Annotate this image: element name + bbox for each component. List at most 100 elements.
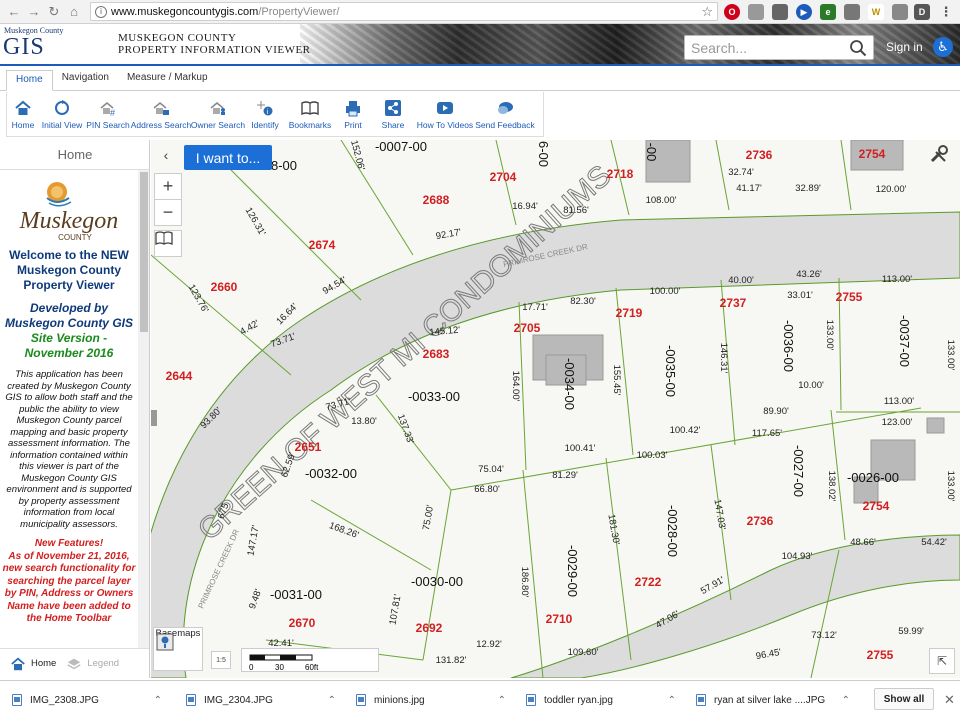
tab-measure-markup[interactable]: Measure / Markup [118, 69, 217, 90]
tab-navigation[interactable]: Navigation [53, 69, 118, 90]
chevron-up-icon[interactable]: ⌃ [154, 695, 162, 706]
share-label: Share [381, 120, 405, 130]
send-feedback-label: Send Feedback [475, 120, 535, 130]
map-canvas[interactable]: GREEN OF WEST MI CONDOMINIUMSPRIMROSE CR… [151, 140, 960, 678]
basemaps-button[interactable]: Basemaps [153, 627, 203, 671]
dimension-label: 131.82' [436, 655, 467, 666]
dimension-label: 123.00' [882, 417, 913, 428]
tools-button[interactable] [929, 144, 957, 172]
send-feedback-button[interactable]: Send Feedback [475, 92, 535, 136]
menu-icon[interactable]: ⋮ [938, 4, 954, 20]
dimension-label: 48.66' [850, 537, 876, 548]
panel-tab-legend[interactable]: Legend [66, 656, 119, 672]
extension-icon[interactable] [844, 4, 860, 20]
developed-by-line: Developed by Muskegon County GIS [4, 301, 133, 330]
panel-scrollbar-thumb[interactable] [140, 172, 148, 332]
how-to-videos-label: How To Videos [416, 120, 474, 130]
extension-icon[interactable]: W [868, 4, 884, 20]
reload-icon[interactable]: ↻ [44, 2, 64, 22]
address-label: 2692 [416, 621, 443, 635]
share-button[interactable]: Share [371, 92, 415, 136]
show-all-button[interactable]: Show all [874, 688, 934, 710]
search-icon[interactable] [849, 39, 867, 57]
download-item[interactable]: toddler ryan.jpg ⌃ [526, 687, 676, 713]
info-icon[interactable]: i [95, 5, 107, 18]
new-features: New Features! As of November 21, 2016, n… [2, 538, 136, 626]
identify-button[interactable]: i Identify [245, 92, 285, 136]
chevron-up-icon[interactable]: ⌃ [842, 695, 850, 706]
parcel-number-label: -0007-00 [375, 140, 427, 154]
address-search-button[interactable]: Address Search [131, 92, 191, 136]
dimension-label: 126.31' [243, 206, 268, 238]
address-bar[interactable]: i www.muskegoncountygis.com/PropertyView… [90, 2, 718, 21]
extension-icon[interactable]: e [820, 4, 836, 20]
dimension-label: 16.94' [512, 201, 538, 212]
dimension-label: 104.93' [782, 551, 813, 562]
bookmark-book-button[interactable] [154, 230, 182, 257]
extension-icon[interactable] [748, 4, 764, 20]
home-button[interactable]: Home [7, 92, 39, 136]
sign-in-link[interactable]: Sign in [886, 40, 923, 54]
collapse-panel-button[interactable]: ‹ [155, 144, 177, 166]
download-item[interactable]: ryan at silver lake ....JPG ⌃ [696, 687, 850, 713]
home-label: Home [11, 120, 35, 130]
close-icon[interactable]: ✕ [944, 692, 955, 708]
how-to-videos-button[interactable]: How To Videos [415, 92, 475, 136]
address-label: 2754 [859, 147, 886, 161]
home-icon [11, 656, 25, 670]
chevron-up-icon[interactable]: ⌃ [498, 695, 506, 706]
owner-search-icon [208, 98, 228, 118]
home-browser-icon[interactable]: ⌂ [64, 2, 84, 22]
fullscreen-button[interactable]: ⇱ [929, 648, 955, 674]
download-filename: toddler ryan.jpg [544, 694, 613, 706]
map-view[interactable]: GREEN OF WEST MI CONDOMINIUMS PRIMROSE CR… [151, 140, 960, 678]
i-want-to-button[interactable]: I want to... [184, 145, 272, 170]
dimension-label: 133.00' [945, 340, 956, 371]
app-header: Muskegon County GIS MUSKEGON COUNTY PROP… [0, 24, 960, 66]
image-file-icon [526, 694, 536, 706]
address-label: 2754 [863, 499, 890, 513]
extension-icon[interactable] [892, 4, 908, 20]
extension-icon[interactable] [772, 4, 788, 20]
dimension-label: 17.71' [522, 302, 548, 313]
address-label: 2737 [720, 296, 747, 310]
dimension-label: 133.00' [945, 471, 956, 502]
owner-search-button[interactable]: Owner Search [191, 92, 245, 136]
download-item[interactable]: IMG_2308.JPG ⌃ [12, 687, 162, 713]
ribbon-tabs: Home Navigation Measure / Markup [0, 68, 960, 91]
opera-extension-icon[interactable]: O [724, 4, 740, 20]
initial-view-button[interactable]: Initial View [39, 92, 85, 136]
forward-icon[interactable]: → [24, 2, 44, 22]
search-input[interactable]: Search... [684, 35, 874, 60]
panel-tab-home[interactable]: Home [10, 656, 56, 672]
bookmark-star-icon[interactable]: ☆ [701, 4, 713, 20]
pin-search-button[interactable]: # PIN Search [85, 92, 131, 136]
address-label: 2722 [635, 575, 662, 589]
back-icon[interactable]: ← [4, 2, 24, 22]
panel-resize-handle[interactable] [151, 410, 157, 426]
tab-home[interactable]: Home [6, 70, 53, 91]
dimension-label: 109.60' [568, 647, 599, 658]
zoom-in-button[interactable]: + [154, 173, 182, 200]
dimension-label: 43.26' [796, 269, 822, 280]
download-item[interactable]: IMG_2304.JPG ⌃ [186, 687, 336, 713]
accessibility-icon[interactable]: ♿ [933, 37, 953, 57]
download-item[interactable]: minions.jpg ⌃ [356, 687, 506, 713]
address-label: 2704 [490, 170, 517, 184]
download-filename: ryan at silver lake ....JPG [714, 694, 826, 706]
chevron-up-icon[interactable]: ⌃ [328, 695, 336, 706]
muskegon-county-logo: Muskegon COUNTY [9, 176, 129, 246]
zoom-out-button[interactable]: − [154, 199, 182, 226]
parcel-number-label: -0036-00 [781, 320, 796, 372]
dimension-label: 138.02' [826, 471, 837, 502]
dimension-label: 40.00' [728, 275, 754, 286]
play-extension-icon[interactable]: ▶ [796, 4, 812, 20]
scale-label-60: 60ft [305, 663, 319, 671]
chevron-up-icon[interactable]: ⌃ [668, 695, 676, 706]
extension-icon[interactable]: D [914, 4, 930, 20]
scale-toggle[interactable]: 1:5 [211, 651, 231, 669]
bookmarks-button[interactable]: Bookmarks [285, 92, 335, 136]
print-button[interactable]: Print [335, 92, 371, 136]
parcel-number-label: -0034-00 [562, 358, 577, 410]
legend-icon [67, 658, 81, 669]
